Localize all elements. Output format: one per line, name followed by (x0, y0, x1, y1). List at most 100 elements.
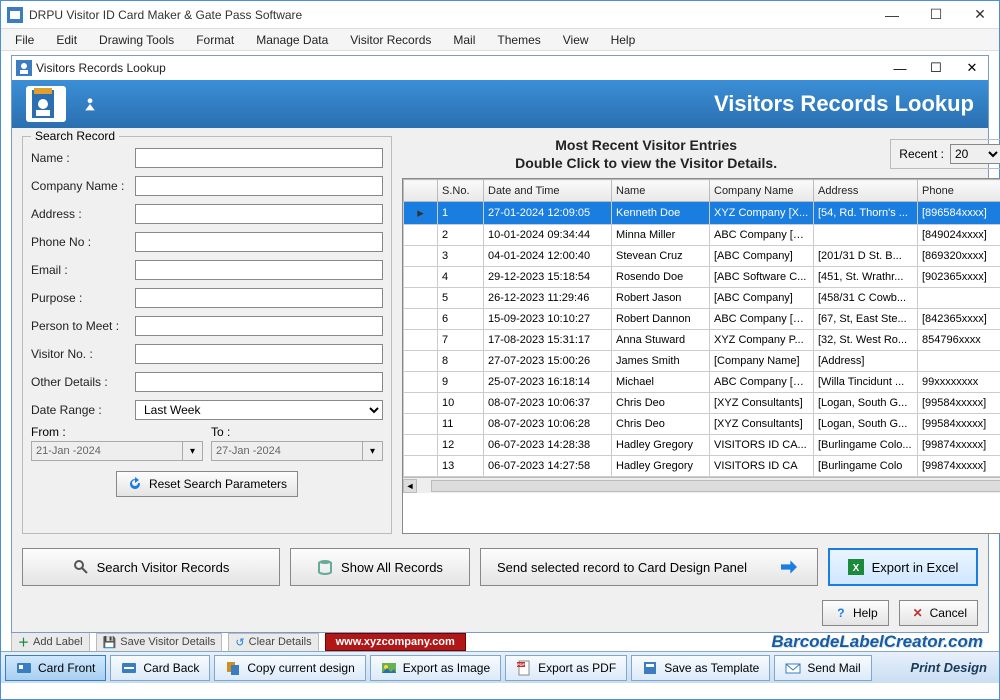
tab-card-front[interactable]: Card Front (5, 655, 106, 681)
recent-count-select[interactable]: 20 (950, 144, 1000, 164)
visitors-records-dialog: Visitors Records Lookup — ☐ ✕ Visitors R… (11, 55, 989, 633)
menu-file[interactable]: File (5, 31, 44, 49)
banner-title: Visitors Records Lookup (714, 91, 974, 117)
horizontal-scrollbar[interactable]: ◄ ► (403, 477, 1000, 493)
purpose-label: Purpose : (31, 291, 135, 305)
phone-input[interactable] (135, 232, 383, 252)
menu-themes[interactable]: Themes (487, 31, 550, 49)
table-row[interactable]: 1306-07-2023 14:27:58Hadley GregoryVISIT… (404, 456, 1000, 477)
menu-visitor-records[interactable]: Visitor Records (340, 31, 441, 49)
dialog-banner: Visitors Records Lookup (12, 80, 988, 128)
table-row[interactable]: 127-01-2024 12:09:05Kenneth DoeXYZ Compa… (404, 202, 1000, 225)
scroll-left-icon[interactable]: ◄ (403, 479, 417, 493)
name-input[interactable] (135, 148, 383, 168)
menu-manage-data[interactable]: Manage Data (246, 31, 338, 49)
col-header[interactable]: Company Name (710, 180, 814, 202)
reset-search-button[interactable]: Reset Search Parameters (116, 471, 298, 497)
menu-drawing-tools[interactable]: Drawing Tools (89, 31, 184, 49)
records-panel: Most Recent Visitor Entries Double Click… (402, 136, 1000, 534)
person-input[interactable] (135, 316, 383, 336)
other-label: Other Details : (31, 375, 135, 389)
excel-icon: X (848, 559, 864, 575)
print-design-label[interactable]: Print Design (910, 660, 995, 675)
table-row[interactable]: 925-07-2023 16:18:14MichaelABC Company [… (404, 372, 1000, 393)
table-row[interactable]: 1206-07-2023 14:28:38Hadley GregoryVISIT… (404, 435, 1000, 456)
add-label-button[interactable]: ＋Add Label (11, 633, 90, 651)
menubar: File Edit Drawing Tools Format Manage Da… (1, 29, 999, 51)
from-calendar-button[interactable]: ▾ (183, 441, 203, 461)
dialog-close-button[interactable]: ✕ (960, 58, 984, 78)
records-table[interactable]: S.No.Date and TimeNameCompany NameAddres… (403, 179, 1000, 477)
tab-copy-design[interactable]: Copy current design (214, 655, 365, 681)
phone-label: Phone No : (31, 235, 135, 249)
col-header[interactable]: S.No. (438, 180, 484, 202)
action-row: Search Visitor Records Show All Records … (12, 540, 988, 594)
send-to-design-button[interactable]: Send selected record to Card Design Pane… (480, 548, 818, 586)
email-input[interactable] (135, 260, 383, 280)
menu-edit[interactable]: Edit (46, 31, 87, 49)
other-input[interactable] (135, 372, 383, 392)
minimize-button[interactable]: — (879, 4, 905, 26)
menu-view[interactable]: View (553, 31, 599, 49)
col-header[interactable]: Phone (918, 180, 1000, 202)
dialog-minimize-button[interactable]: — (888, 58, 912, 78)
app-title: DRPU Visitor ID Card Maker & Gate Pass S… (29, 8, 879, 22)
table-row[interactable]: 210-01-2024 09:34:44Minna MillerABC Comp… (404, 225, 1000, 246)
table-row[interactable]: 827-07-2023 15:00:26James Smith[Company … (404, 351, 1000, 372)
arrow-right-icon (777, 557, 801, 577)
cancel-button[interactable]: ✕Cancel (899, 600, 978, 626)
svg-text:PDF: PDF (517, 662, 526, 667)
maximize-button[interactable]: ☐ (923, 4, 949, 26)
to-calendar-button[interactable]: ▾ (363, 441, 383, 461)
help-button[interactable]: ?Help (822, 600, 889, 626)
close-button[interactable]: ✕ (967, 4, 993, 26)
show-all-button[interactable]: Show All Records (290, 548, 470, 586)
purpose-input[interactable] (135, 288, 383, 308)
col-header[interactable]: Name (612, 180, 710, 202)
visitor-no-label: Visitor No. : (31, 347, 135, 361)
table-row[interactable]: 1108-07-2023 10:06:28Chris Deo[XYZ Consu… (404, 414, 1000, 435)
date-range-label: Date Range : (31, 403, 135, 417)
visitor-no-input[interactable] (135, 344, 383, 364)
save-visitor-button[interactable]: 💾Save Visitor Details (96, 633, 223, 651)
menu-help[interactable]: Help (601, 31, 646, 49)
table-row[interactable]: 429-12-2023 15:18:54Rosendo Doe[ABC Soft… (404, 267, 1000, 288)
menu-format[interactable]: Format (186, 31, 244, 49)
help-icon: ? (833, 605, 849, 621)
clear-details-button[interactable]: ↺Clear Details (228, 633, 318, 651)
name-label: Name : (31, 151, 135, 165)
address-input[interactable] (135, 204, 383, 224)
database-icon (317, 559, 333, 575)
tab-send-mail[interactable]: Send Mail (774, 655, 871, 681)
dialog-titlebar: Visitors Records Lookup — ☐ ✕ (12, 56, 988, 80)
export-excel-button[interactable]: X Export in Excel (828, 548, 978, 586)
refresh-icon (127, 476, 143, 492)
table-row[interactable]: 717-08-2023 15:31:17Anna StuwardXYZ Comp… (404, 330, 1000, 351)
dialog-maximize-button[interactable]: ☐ (924, 58, 948, 78)
tab-export-pdf[interactable]: PDFExport as PDF (505, 655, 627, 681)
tab-export-image[interactable]: Export as Image (370, 655, 501, 681)
close-icon: ✕ (910, 605, 926, 621)
table-row[interactable]: 304-01-2024 12:00:40Stevean Cruz[ABC Com… (404, 246, 1000, 267)
dialog-footer: ?Help ✕Cancel (12, 594, 988, 632)
copy-icon (225, 660, 241, 676)
to-date-input[interactable] (211, 441, 363, 461)
company-label: Company Name : (31, 179, 135, 193)
table-row[interactable]: 526-12-2023 11:29:46Robert Jason[ABC Com… (404, 288, 1000, 309)
col-header[interactable] (404, 180, 438, 202)
card-back-icon (121, 660, 137, 676)
tab-save-template[interactable]: Save as Template (631, 655, 770, 681)
date-range-select[interactable]: Last Week (135, 400, 383, 420)
table-row[interactable]: 615-09-2023 10:10:27Robert DannonABC Com… (404, 309, 1000, 330)
brand-label: BarcodeLabelCreator.com (472, 633, 989, 651)
company-input[interactable] (135, 176, 383, 196)
search-records-button[interactable]: Search Visitor Records (22, 548, 280, 586)
col-header[interactable]: Date and Time (484, 180, 612, 202)
table-row[interactable]: 1008-07-2023 10:06:37Chris Deo[XYZ Consu… (404, 393, 1000, 414)
to-label: To : (211, 425, 383, 439)
search-record-panel: Search Record Name : Company Name : Addr… (22, 136, 392, 534)
tab-card-back[interactable]: Card Back (110, 655, 210, 681)
from-date-input[interactable] (31, 441, 183, 461)
col-header[interactable]: Address (814, 180, 918, 202)
menu-mail[interactable]: Mail (443, 31, 485, 49)
